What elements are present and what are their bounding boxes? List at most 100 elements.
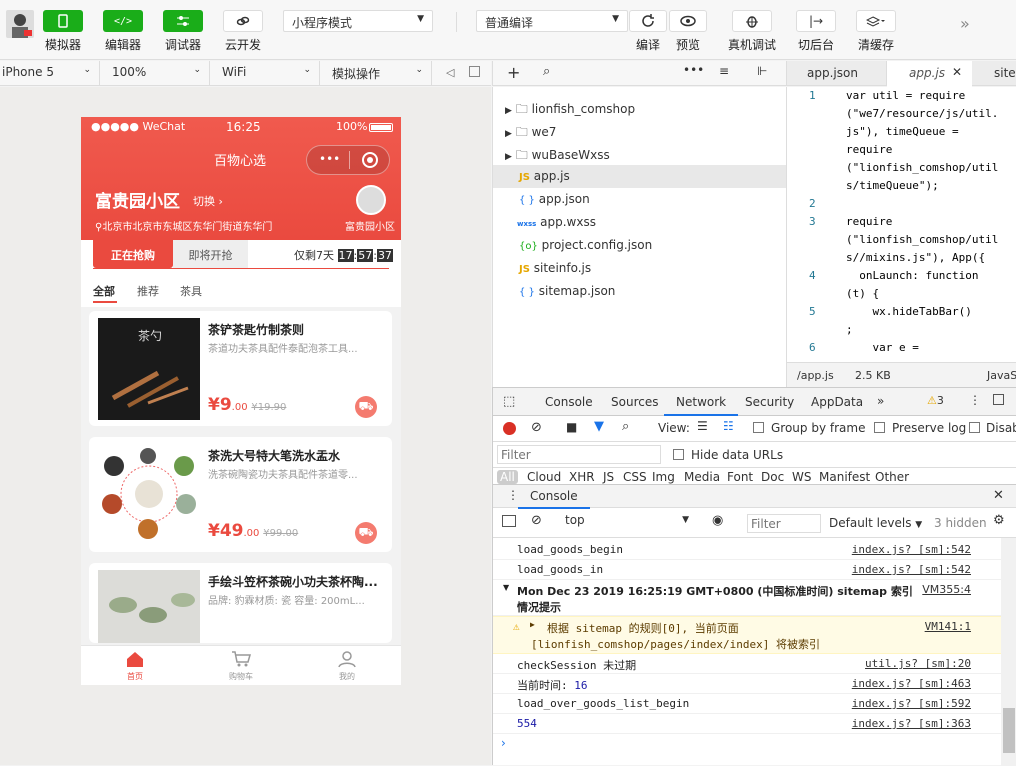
more-chevron-icon[interactable]: » <box>960 14 970 33</box>
context-select[interactable]: top ▼ <box>555 513 695 533</box>
cloud-dev-button[interactable]: 云开发 <box>219 10 267 53</box>
zoom-select[interactable]: 100% ⌄ <box>110 61 210 86</box>
console-scrollbar[interactable] <box>1001 538 1016 766</box>
clear-icon[interactable]: ⊘ <box>531 420 542 435</box>
tab-console[interactable]: Console <box>545 388 593 416</box>
product-card[interactable]: 手绘斗笠杯茶碗小功夫茶杯陶... 品牌: 豹霖材质: 瓷 容量: 200mL..… <box>89 563 392 643</box>
log-source-link[interactable]: index.js? [sm]:542 <box>852 543 971 556</box>
mode-select[interactable]: 小程序模式 ▼ <box>283 10 433 32</box>
file-tree-item[interactable]: { } sitemap.json <box>493 280 787 303</box>
log-source-link[interactable]: index.js? [sm]:592 <box>852 697 971 710</box>
scrollbar-thumb[interactable] <box>1003 708 1015 753</box>
gear-icon[interactable]: ⚙ <box>993 513 1005 528</box>
warning-counter[interactable]: ⚠3 <box>927 394 944 407</box>
close-miniprogram-icon[interactable] <box>362 152 378 168</box>
tab-app-json[interactable]: app.json <box>787 61 887 86</box>
camera-icon[interactable]: ■ <box>566 420 577 434</box>
chevron-right-icon[interactable]: ▶ <box>530 620 535 629</box>
log-source-link[interactable]: VM355:4 <box>922 583 971 596</box>
tab-on-sale[interactable]: 正在抢购 <box>93 240 173 268</box>
clear-console-icon[interactable]: ⊘ <box>531 513 542 528</box>
simulator-button[interactable]: 模拟器 <box>39 10 87 53</box>
search-icon[interactable]: ⌕ <box>622 419 629 434</box>
add-file-icon[interactable]: + <box>507 63 520 82</box>
code-editor[interactable]: 1 var util = require ("we7/resource/js/uti… <box>786 87 1016 362</box>
category-recommend[interactable]: 推荐 <box>137 283 159 299</box>
add-cart-icon[interactable]: ⛟ <box>355 396 377 418</box>
type-all[interactable]: All <box>497 470 518 484</box>
split-view-icon[interactable]: ⊩ <box>757 64 767 78</box>
category-teaware[interactable]: 茶具 <box>180 283 202 299</box>
log-source-link[interactable]: index.js? [sm]:363 <box>852 717 971 730</box>
more-tabs-icon[interactable]: » <box>877 394 884 408</box>
type-ws[interactable]: WS <box>792 470 811 484</box>
sidebar-toggle-icon[interactable] <box>502 515 516 527</box>
log-source-link[interactable]: util.js? [sm]:20 <box>865 657 971 670</box>
file-tree-item[interactable]: ▶ 🗀 lionfish_comshop <box>493 96 787 119</box>
hide-data-urls-checkbox[interactable] <box>673 449 684 460</box>
console-prompt-icon[interactable]: › <box>501 736 506 750</box>
more-dots-icon[interactable]: ••• <box>319 152 340 166</box>
network-select[interactable]: WiFi ⌄ <box>220 61 320 86</box>
add-cart-icon[interactable]: ⛟ <box>355 522 377 544</box>
inspect-element-icon[interactable]: ⬚ <box>503 394 515 409</box>
group-by-frame-checkbox[interactable] <box>753 422 764 433</box>
capsule-menu[interactable]: ••• <box>306 145 390 175</box>
file-tree-item[interactable]: ▶ 🗀 we7 <box>493 119 787 142</box>
tab-coming[interactable]: 即将开抢 <box>173 240 248 268</box>
tab-siteinfo[interactable]: site <box>994 66 1016 80</box>
collapse-all-icon[interactable]: ≡ <box>719 64 729 78</box>
product-card[interactable]: 茶洗大号特大笔洗水盂水 洗茶碗陶瓷功夫茶具配件茶道零... ¥49.00 ¥99… <box>89 437 392 552</box>
product-card[interactable]: 茶勺 茶铲茶匙竹制茶则 茶道功夫茶具配件泰配泡茶工具... ¥9.00 ¥19.… <box>89 311 392 426</box>
file-tree-item[interactable]: JS app.js <box>493 165 787 188</box>
operation-select[interactable]: 模拟操作 ⌄ <box>330 61 432 86</box>
log-group[interactable]: ▼ Mon Dec 23 2019 16:25:19 GMT+0800 (中国标准… <box>493 580 1001 616</box>
type-img[interactable]: Img <box>652 470 675 484</box>
tabbar-mine[interactable]: 我的 <box>333 650 361 682</box>
log-source-link[interactable]: index.js? [sm]:463 <box>852 677 971 690</box>
avatar[interactable] <box>6 10 34 38</box>
close-tab-icon[interactable]: ✕ <box>952 65 962 79</box>
log-source-link[interactable]: index.js? [sm]:542 <box>852 563 971 576</box>
more-dots-icon[interactable]: ••• <box>683 63 704 77</box>
type-manifest[interactable]: Manifest <box>819 470 870 484</box>
category-all[interactable]: 全部 <box>93 283 115 299</box>
file-tree-item[interactable]: JS siteinfo.js <box>493 257 787 280</box>
device-select[interactable]: iPhone 5 ⌄ <box>0 61 100 86</box>
levels-select[interactable]: Default levels ▼ <box>829 516 922 530</box>
tab-sources[interactable]: Sources <box>611 388 658 416</box>
kebab-menu-icon[interactable]: ⋮ <box>969 393 981 407</box>
clear-cache-button[interactable]: 清缓存 <box>852 10 900 53</box>
console-drawer-tab[interactable]: Console <box>518 485 590 509</box>
expanded-triangle-icon[interactable]: ▼ <box>503 583 509 592</box>
tab-security[interactable]: Security <box>745 388 794 416</box>
editor-button[interactable]: </> 编辑器 <box>99 10 147 53</box>
preserve-log-checkbox[interactable] <box>874 422 885 433</box>
close-drawer-icon[interactable]: ✕ <box>993 488 1004 503</box>
file-tree-item[interactable]: { } app.json <box>493 188 787 211</box>
mute-icon[interactable]: ◁ <box>446 66 454 79</box>
tabbar-cart[interactable]: 购物车 <box>225 650 257 682</box>
detach-window-icon[interactable] <box>469 66 480 77</box>
preview-button[interactable]: 预览 <box>665 10 711 53</box>
type-doc[interactable]: Doc <box>761 470 784 484</box>
type-media[interactable]: Media <box>684 470 720 484</box>
dock-icon[interactable] <box>993 394 1004 405</box>
type-font[interactable]: Font <box>727 470 753 484</box>
background-button[interactable]: |→ 切后台 <box>792 10 840 53</box>
search-icon[interactable]: ⌕ <box>543 64 550 79</box>
debugger-button[interactable]: 调试器 <box>159 10 207 53</box>
tabbar-home[interactable]: 首页 <box>121 650 149 682</box>
file-tree-item[interactable]: ▶ 🗀 wuBaseWxss <box>493 142 787 165</box>
file-tree-item[interactable]: {o} project.config.json <box>493 234 787 257</box>
type-cloud[interactable]: Cloud <box>527 470 561 484</box>
log-source-link[interactable]: VM141:1 <box>925 620 971 633</box>
type-js[interactable]: JS <box>603 470 614 484</box>
filter-icon[interactable]: ▼ <box>594 419 604 434</box>
type-xhr[interactable]: XHR <box>569 470 595 484</box>
switch-community-button[interactable]: 切换 › <box>193 193 223 209</box>
record-icon[interactable] <box>503 422 516 435</box>
eye-icon[interactable]: ◉ <box>712 513 723 528</box>
compile-select[interactable]: 普通编译 ▼ <box>476 10 628 32</box>
type-other[interactable]: Other <box>875 470 909 484</box>
